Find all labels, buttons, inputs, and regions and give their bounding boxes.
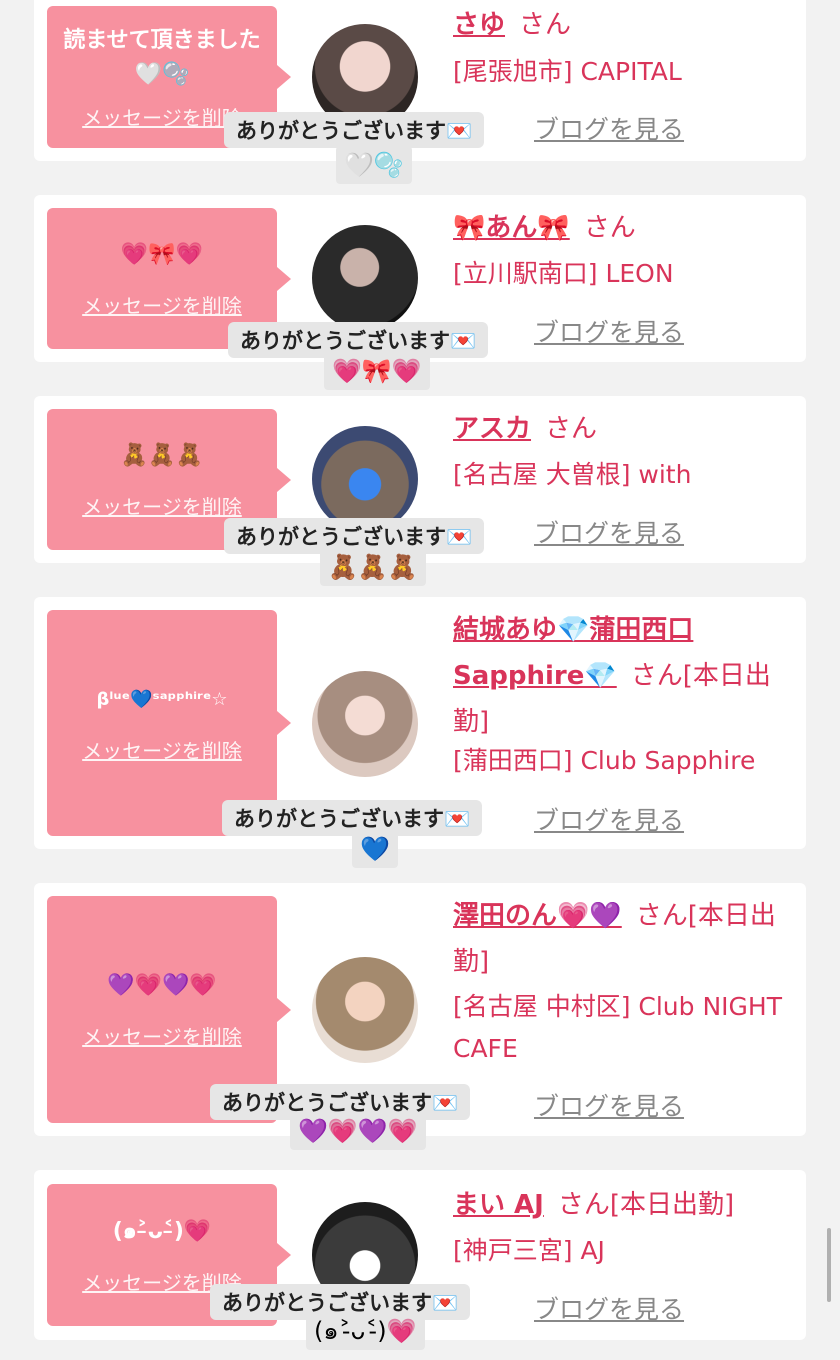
delete-message-link[interactable]: メッセージを削除 bbox=[82, 735, 242, 764]
message-text: 💜💗💜💗 bbox=[107, 973, 217, 998]
thanks-reply-emoji: 🤍🫧 bbox=[336, 146, 412, 184]
avatar[interactable] bbox=[312, 225, 418, 331]
honorific: さん bbox=[635, 901, 688, 931]
avatar[interactable] bbox=[312, 671, 418, 777]
delete-message-link[interactable]: メッセージを削除 bbox=[82, 102, 242, 131]
girl-name-link[interactable]: さゆ bbox=[453, 10, 505, 40]
thanks-reply-emoji: 💜💗💜💗 bbox=[290, 1112, 426, 1150]
message-text: 読ませて頂きました🤍🫧 bbox=[63, 27, 261, 87]
thanks-reply-emoji: 💙 bbox=[352, 830, 398, 868]
girl-name-link[interactable]: 澤田のん💗💜 bbox=[453, 901, 622, 931]
honorific: さん bbox=[630, 661, 683, 691]
delete-message-link[interactable]: メッセージを削除 bbox=[82, 1021, 242, 1050]
message-text: 🧸🧸🧸 bbox=[120, 443, 204, 468]
thanks-reply-emoji: 💗🎀💗 bbox=[324, 352, 430, 390]
message-text: (๑˃̵ᴗ˂̵)💗 bbox=[112, 1218, 212, 1244]
girl-name-link[interactable]: アスカ bbox=[453, 414, 531, 444]
view-blog-link[interactable]: ブログを見る bbox=[534, 1290, 684, 1326]
delete-message-link[interactable]: メッセージを削除 bbox=[82, 290, 242, 319]
honorific: さん bbox=[545, 414, 598, 444]
avatar[interactable] bbox=[312, 426, 418, 532]
avatar[interactable] bbox=[312, 957, 418, 1063]
name-line: 🎀あん🎀 さん bbox=[453, 205, 793, 251]
view-blog-link[interactable]: ブログを見る bbox=[534, 1087, 684, 1123]
name-line: 澤田のん💗💜 さん[本日出勤] bbox=[453, 893, 793, 985]
message-text: 💗🎀💗 bbox=[120, 242, 204, 267]
attendance-status: [本日出勤] bbox=[609, 1190, 735, 1220]
message-list: 読ませて頂きました🤍🫧 メッセージを削除 さゆ さん [尾張旭市] CAPITAL… bbox=[0, 0, 840, 1360]
name-line: さゆ さん bbox=[453, 2, 793, 48]
shop-name: [名古屋 大曽根] with bbox=[453, 460, 692, 489]
view-blog-link[interactable]: ブログを見る bbox=[534, 801, 684, 837]
name-line: 結城あゆ💎蒲田西口Sapphire💎 さん[本日出勤] bbox=[453, 607, 793, 745]
thanks-reply-emoji: (๑˃̵ᴗ˂̵)💗 bbox=[306, 1312, 425, 1350]
shop-name: [神戸三宮] AJ bbox=[453, 1236, 605, 1265]
message-text: βˡᵘᵉ💙ˢᵃᵖᵖʰⁱʳᵉ☆ bbox=[96, 688, 228, 710]
delete-message-link[interactable]: メッセージを削除 bbox=[82, 491, 242, 520]
shop-name: [尾張旭市] CAPITAL bbox=[453, 57, 682, 86]
view-blog-link[interactable]: ブログを見る bbox=[534, 110, 684, 146]
honorific: さん bbox=[557, 1190, 610, 1220]
view-blog-link[interactable]: ブログを見る bbox=[534, 514, 684, 550]
girl-name-link[interactable]: 🎀あん🎀 bbox=[453, 213, 570, 243]
shop-name: [名古屋 中村区] Club NIGHT CAFE bbox=[453, 992, 782, 1063]
scrollbar[interactable] bbox=[827, 1228, 831, 1302]
shop-name: [蒲田西口] Club Sapphire bbox=[453, 746, 756, 775]
view-blog-link[interactable]: ブログを見る bbox=[534, 313, 684, 349]
shop-name: [立川駅南口] LEON bbox=[453, 259, 674, 288]
honorific: さん bbox=[583, 213, 636, 243]
honorific: さん bbox=[519, 10, 572, 40]
name-line: アスカ さん bbox=[453, 406, 793, 452]
thanks-reply: ありがとうございます💌 bbox=[224, 112, 485, 148]
name-line: まい AJ さん[本日出勤] bbox=[453, 1182, 793, 1228]
girl-name-link[interactable]: まい AJ bbox=[453, 1190, 544, 1220]
thanks-reply-emoji: 🧸🧸🧸 bbox=[320, 548, 426, 586]
